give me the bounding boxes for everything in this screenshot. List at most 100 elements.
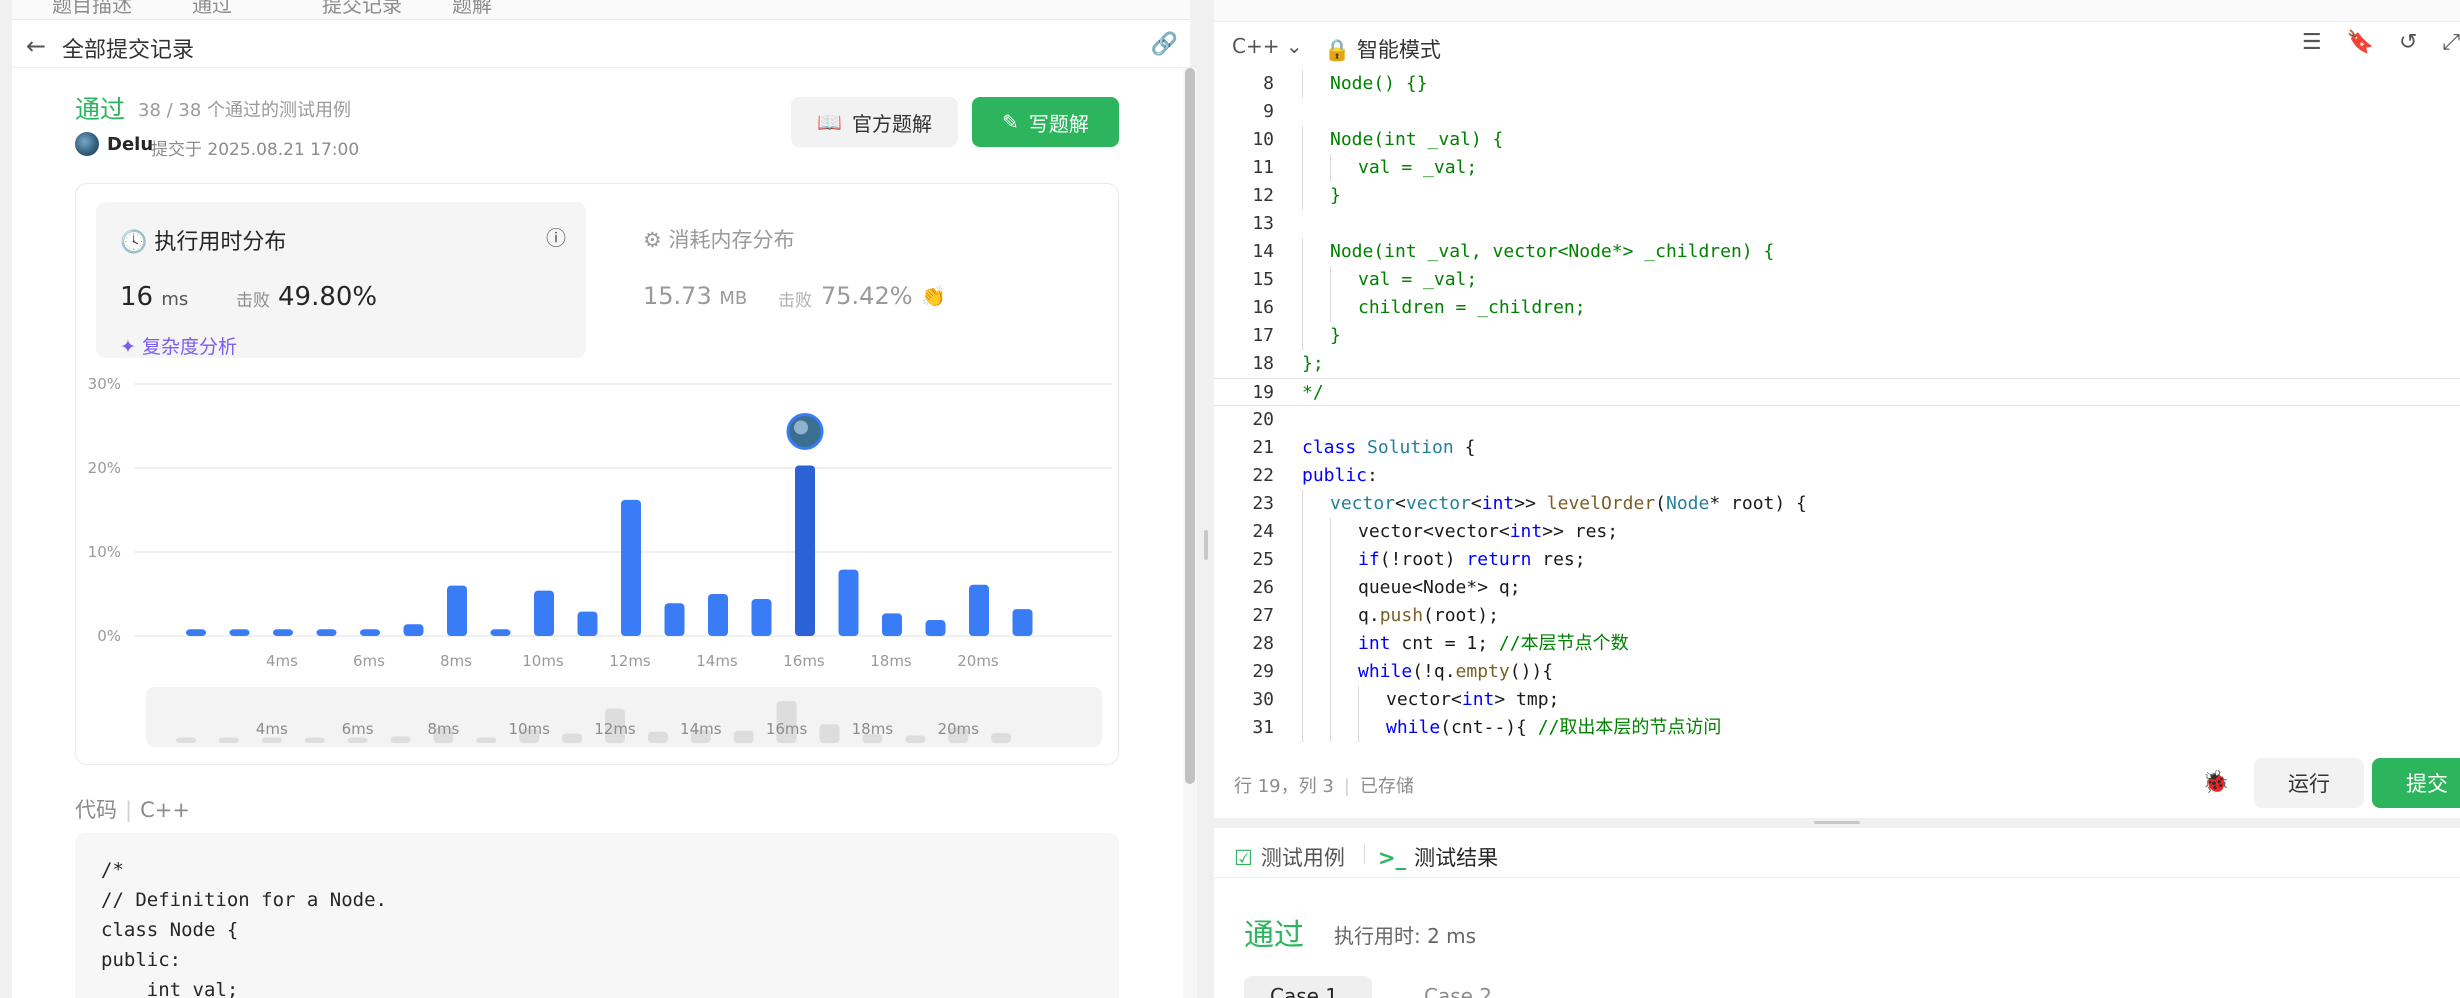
line-number: 25: [1252, 549, 1274, 570]
code-line[interactable]: 28 int cnt = 1; //本层节点个数: [1214, 630, 2460, 658]
case-tab-1[interactable]: Case 1: [1244, 976, 1372, 998]
tab-testcase-label: 测试用例: [1260, 846, 1345, 870]
code-line[interactable]: 17}: [1214, 322, 2460, 350]
tab-accepted[interactable]: 通过: [192, 0, 232, 18]
x-tick-label: 8ms: [440, 652, 472, 670]
code-line[interactable]: 11 val = _val;: [1214, 154, 2460, 182]
code-line[interactable]: 16 children = _children;: [1214, 294, 2460, 322]
line-code: class Solution {: [1302, 437, 1476, 458]
code-line[interactable]: 9: [1214, 98, 2460, 126]
editor-tabbar: [1214, 0, 2460, 22]
code-line[interactable]: 26 queue<Node*> q;: [1214, 574, 2460, 602]
line-code: queue<Node*> q;: [1358, 577, 1521, 598]
bar: [621, 499, 641, 636]
line-code: val = _val;: [1358, 269, 1478, 290]
x-tick-label: 10ms: [522, 652, 564, 670]
code-line[interactable]: 15 val = _val;: [1214, 266, 2460, 294]
line-code: int cnt = 1; //本层节点个数: [1358, 633, 1629, 654]
code-line[interactable]: 13: [1214, 210, 2460, 238]
tab-submissions[interactable]: 提交记录: [322, 0, 402, 18]
author-name[interactable]: Delu: [107, 134, 153, 155]
runtime-distribution-chart: 0% 10% 20% 30% 4ms 6ms 8ms 10ms 12ms 14ms 16ms 18ms…: [88, 375, 1112, 747]
bookmark-icon[interactable]: 🔖: [2347, 30, 2374, 55]
link-icon[interactable]: 🔗: [1151, 32, 1178, 57]
code-line[interactable]: 25 if(!root) return res;: [1214, 546, 2460, 574]
line-number: 14: [1252, 241, 1274, 262]
left-scrollbar[interactable]: [1183, 68, 1197, 998]
expand-icon[interactable]: ⤢: [2442, 30, 2460, 55]
vertical-resize-handle[interactable]: [1204, 530, 1208, 560]
scrollbar-thumb[interactable]: [1185, 68, 1195, 784]
avatar[interactable]: [75, 132, 99, 156]
smart-mode[interactable]: 🔒 智能模式: [1324, 34, 1441, 64]
bar: [838, 569, 859, 636]
debug-icon[interactable]: 🐞: [2202, 770, 2229, 795]
format-icon[interactable]: ☰: [2302, 30, 2322, 55]
line-number: 21: [1252, 437, 1274, 458]
code-line[interactable]: 31 while(cnt--){ //取出本层的节点访问: [1214, 714, 2460, 742]
code-line[interactable]: 24 vector<vector<int>> res;: [1214, 518, 2460, 546]
horizontal-resize-handle[interactable]: [1214, 818, 2460, 828]
code-line[interactable]: 27 q.push(root);: [1214, 602, 2460, 630]
resize-grip[interactable]: [1814, 821, 1860, 824]
code-line[interactable]: 19 */: [1214, 378, 2460, 406]
bar: [229, 629, 250, 636]
indent-guide: [1302, 238, 1303, 266]
code-line[interactable]: 29 while(!q.empty()){: [1214, 658, 2460, 686]
reset-icon[interactable]: ↺: [2399, 30, 2417, 55]
code-line[interactable]: 8 Node() {}: [1214, 70, 2460, 98]
write-solution-button[interactable]: ✎ 写题解: [972, 97, 1119, 147]
code-line[interactable]: 21 class Solution {: [1214, 434, 2460, 462]
chevron-down-icon: ⌄: [1285, 34, 1303, 58]
line-number: 18: [1252, 353, 1274, 374]
submitted-code[interactable]: /* // Definition for a Node. class Node …: [75, 833, 1119, 998]
code-line[interactable]: 18};: [1214, 350, 2460, 378]
code-line[interactable]: 30 vector<int> tmp;: [1214, 686, 2460, 714]
overview-tick-label: 4ms: [256, 720, 288, 738]
bar: [403, 624, 424, 636]
results-tabs: ☑ 测试用例 >_ 测试结果: [1214, 828, 2460, 878]
indent-guide: [1302, 602, 1303, 630]
line-code: vector<vector<int>> res;: [1358, 521, 1619, 542]
code-line[interactable]: 14 Node(int _val, vector<Node*> _children…: [1214, 238, 2460, 266]
code-area[interactable]: 8 Node() {} 9 10 Node(int _val) {11 val = _va…: [1214, 70, 2460, 746]
line-number: 19: [1252, 382, 1274, 403]
tab-testcase[interactable]: ☑ 测试用例: [1234, 842, 1345, 872]
x-tick-label: 12ms: [609, 652, 651, 670]
indent-guide: [1302, 266, 1303, 294]
code-line[interactable]: 20: [1214, 406, 2460, 434]
case-tab-2[interactable]: Case 2: [1424, 984, 1492, 998]
code-line[interactable]: 22 public:: [1214, 462, 2460, 490]
line-code: while(!q.empty()){: [1358, 661, 1554, 682]
line-code: }: [1330, 185, 1341, 206]
code-line[interactable]: 12}: [1214, 182, 2460, 210]
tab-description[interactable]: 题目描述: [52, 0, 132, 18]
overview-tick-label: 6ms: [342, 720, 374, 738]
code-line[interactable]: 10 Node(int _val) {: [1214, 126, 2460, 154]
line-code: val = _val;: [1358, 157, 1478, 178]
bar: [316, 629, 337, 636]
tab-result[interactable]: >_ 测试结果: [1378, 842, 1498, 872]
leetcode-workspace: 题目描述 通过 提交记录 题解 ← 全部提交记录 🔗 通过 38 / 38 个通…: [0, 0, 2460, 998]
indent-guide: [1330, 574, 1331, 602]
indent-guide: [1302, 658, 1303, 686]
left-tabbar: 题目描述 通过 提交记录 题解: [12, 0, 1190, 20]
indent-guide: [1330, 154, 1331, 182]
checkbox-icon: ☑: [1234, 846, 1253, 870]
submit-button[interactable]: 提交: [2372, 758, 2460, 808]
line-number: 12: [1252, 185, 1274, 206]
run-button[interactable]: 运行: [2254, 758, 2364, 808]
editor-actions: ☰ 🔖 ↺ ⤢: [2284, 30, 2460, 55]
line-number: 9: [1263, 101, 1274, 122]
code-line[interactable]: 23 vector<vector<int>> levelOrder(Node* r…: [1214, 490, 2460, 518]
official-solution-button[interactable]: 📖 官方题解: [791, 97, 958, 147]
indent-guide: [1302, 714, 1303, 742]
indent-guide: [1302, 546, 1303, 574]
language-select[interactable]: C++ ⌄: [1232, 34, 1303, 58]
all-submissions-link[interactable]: 全部提交记录: [62, 32, 194, 64]
line-code: if(!root) return res;: [1358, 549, 1586, 570]
indent-guide: [1330, 658, 1331, 686]
tab-solutions[interactable]: 题解: [452, 0, 492, 18]
submission-status: 通过: [75, 95, 126, 124]
back-arrow-icon[interactable]: ←: [26, 32, 46, 60]
